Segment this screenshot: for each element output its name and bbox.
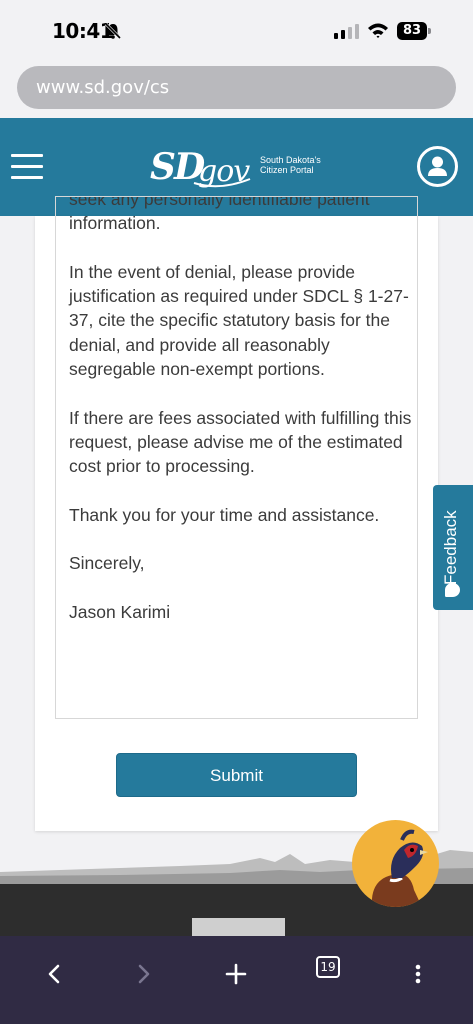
forward-icon[interactable]	[124, 954, 164, 994]
browser-toolbar: 19	[0, 936, 473, 1024]
tabs-icon[interactable]: 19	[316, 956, 340, 978]
battery-icon: 83	[397, 22, 427, 40]
wifi-icon	[367, 22, 389, 44]
letter-paragraph: In the event of denial, please provide j…	[69, 261, 409, 380]
pheasant-mascot-icon[interactable]	[352, 820, 439, 907]
more-icon[interactable]	[398, 954, 438, 994]
south-dakota-map-shape	[192, 918, 285, 936]
sdgov-logo[interactable]: SD gov South Dakota's Citizen Portal	[150, 143, 330, 193]
letter-textarea[interactable]: seek any personally identifiable patient…	[55, 196, 418, 719]
feedback-tab[interactable]: Feedback	[433, 485, 473, 610]
url-text: www.sd.gov/cs	[36, 77, 170, 98]
chat-bubble-icon	[445, 583, 460, 597]
signal-icon	[334, 24, 359, 39]
svg-text:gov: gov	[198, 154, 250, 189]
letter-paragraph: seek any personally identifiable patient…	[69, 196, 370, 234]
letter-paragraph: If there are fees associated with fulfil…	[69, 407, 412, 477]
request-form-card: seek any personally identifiable patient…	[35, 196, 438, 831]
address-bar[interactable]: www.sd.gov/cs	[17, 66, 456, 109]
svg-text:SD: SD	[150, 146, 205, 188]
feedback-label: Feedback	[441, 510, 460, 585]
submit-button[interactable]: Submit	[116, 753, 357, 797]
letter-paragraph: Thank you for your time and assistance.	[69, 504, 380, 525]
logo-tagline: South Dakota's Citizen Portal	[260, 155, 321, 175]
bell-slash-icon	[104, 22, 122, 45]
back-icon[interactable]	[34, 954, 74, 994]
letter-signature: Jason Karimi	[69, 602, 171, 623]
hamburger-menu-icon[interactable]	[11, 154, 43, 180]
letter-body: seek any personally identifiable patient…	[69, 196, 414, 649]
battery-tip	[428, 28, 431, 34]
letter-paragraph: Sincerely,	[69, 553, 145, 574]
new-tab-icon[interactable]	[216, 954, 256, 994]
status-bar: 10:41 83	[0, 0, 473, 62]
account-icon[interactable]	[417, 146, 458, 187]
